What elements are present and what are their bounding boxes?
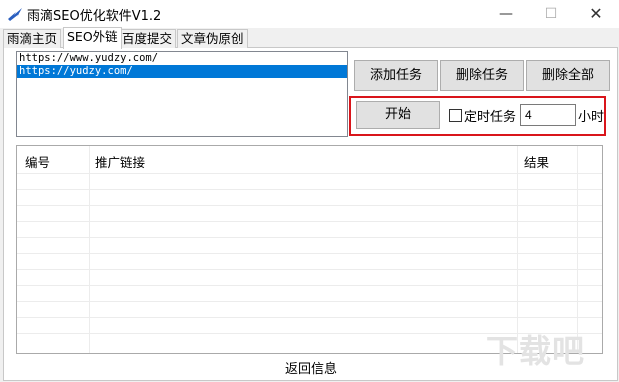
row-line bbox=[17, 317, 602, 318]
tab-home[interactable]: 雨滴主页 bbox=[3, 29, 62, 48]
column-divider bbox=[577, 146, 578, 353]
row-line bbox=[17, 173, 602, 174]
close-button[interactable]: ✕ bbox=[573, 0, 619, 28]
row-line bbox=[17, 189, 602, 190]
window-title: 雨滴SEO优化软件V1.2 bbox=[27, 9, 162, 24]
hours-input[interactable]: 4 bbox=[520, 104, 576, 126]
url-list-item[interactable]: https://www.yudzy.com/ bbox=[17, 52, 347, 65]
url-listbox[interactable]: https://www.yudzy.com/ https://yudzy.com… bbox=[16, 51, 348, 137]
column-divider bbox=[89, 146, 90, 353]
row-line bbox=[17, 221, 602, 222]
start-button[interactable]: 开始 bbox=[356, 101, 440, 129]
row-line bbox=[17, 301, 602, 302]
add-task-button[interactable]: 添加任务 bbox=[354, 60, 438, 91]
watermark-logo: 下载吧 bbox=[486, 332, 586, 370]
title-bar: 雨滴SEO优化软件V1.2 — ☐ ✕ bbox=[0, 0, 619, 28]
maximize-button[interactable]: ☐ bbox=[528, 0, 574, 28]
row-line bbox=[17, 205, 602, 206]
row-line bbox=[17, 269, 602, 270]
tab-seo-links[interactable]: SEO外链 bbox=[63, 27, 122, 49]
row-line bbox=[17, 285, 602, 286]
row-line bbox=[17, 237, 602, 238]
delete-all-button[interactable]: 删除全部 bbox=[526, 60, 610, 91]
tab-baidu-submit[interactable]: 百度提交 bbox=[118, 29, 177, 48]
return-info-label: 返回信息 bbox=[285, 362, 338, 377]
table-header: 编号 推广链接 结果 bbox=[17, 146, 602, 173]
url-list-item-selected[interactable]: https://yudzy.com/ bbox=[17, 65, 347, 78]
row-line bbox=[17, 253, 602, 254]
delete-task-button[interactable]: 删除任务 bbox=[440, 60, 524, 91]
column-divider bbox=[517, 146, 518, 353]
minimize-button[interactable]: — bbox=[483, 0, 529, 28]
app-logo-icon bbox=[8, 8, 22, 21]
hours-unit-label: 小时 bbox=[578, 110, 605, 125]
tab-article-rewrite[interactable]: 文章伪原创 bbox=[177, 29, 248, 48]
timer-checkbox[interactable] bbox=[449, 109, 462, 122]
column-header-link[interactable]: 推广链接 bbox=[95, 152, 145, 171]
column-header-id[interactable]: 编号 bbox=[25, 152, 50, 171]
column-header-result[interactable]: 结果 bbox=[524, 152, 549, 171]
timer-label: 定时任务 bbox=[464, 110, 517, 125]
results-table[interactable]: 编号 推广链接 结果 bbox=[16, 145, 603, 354]
